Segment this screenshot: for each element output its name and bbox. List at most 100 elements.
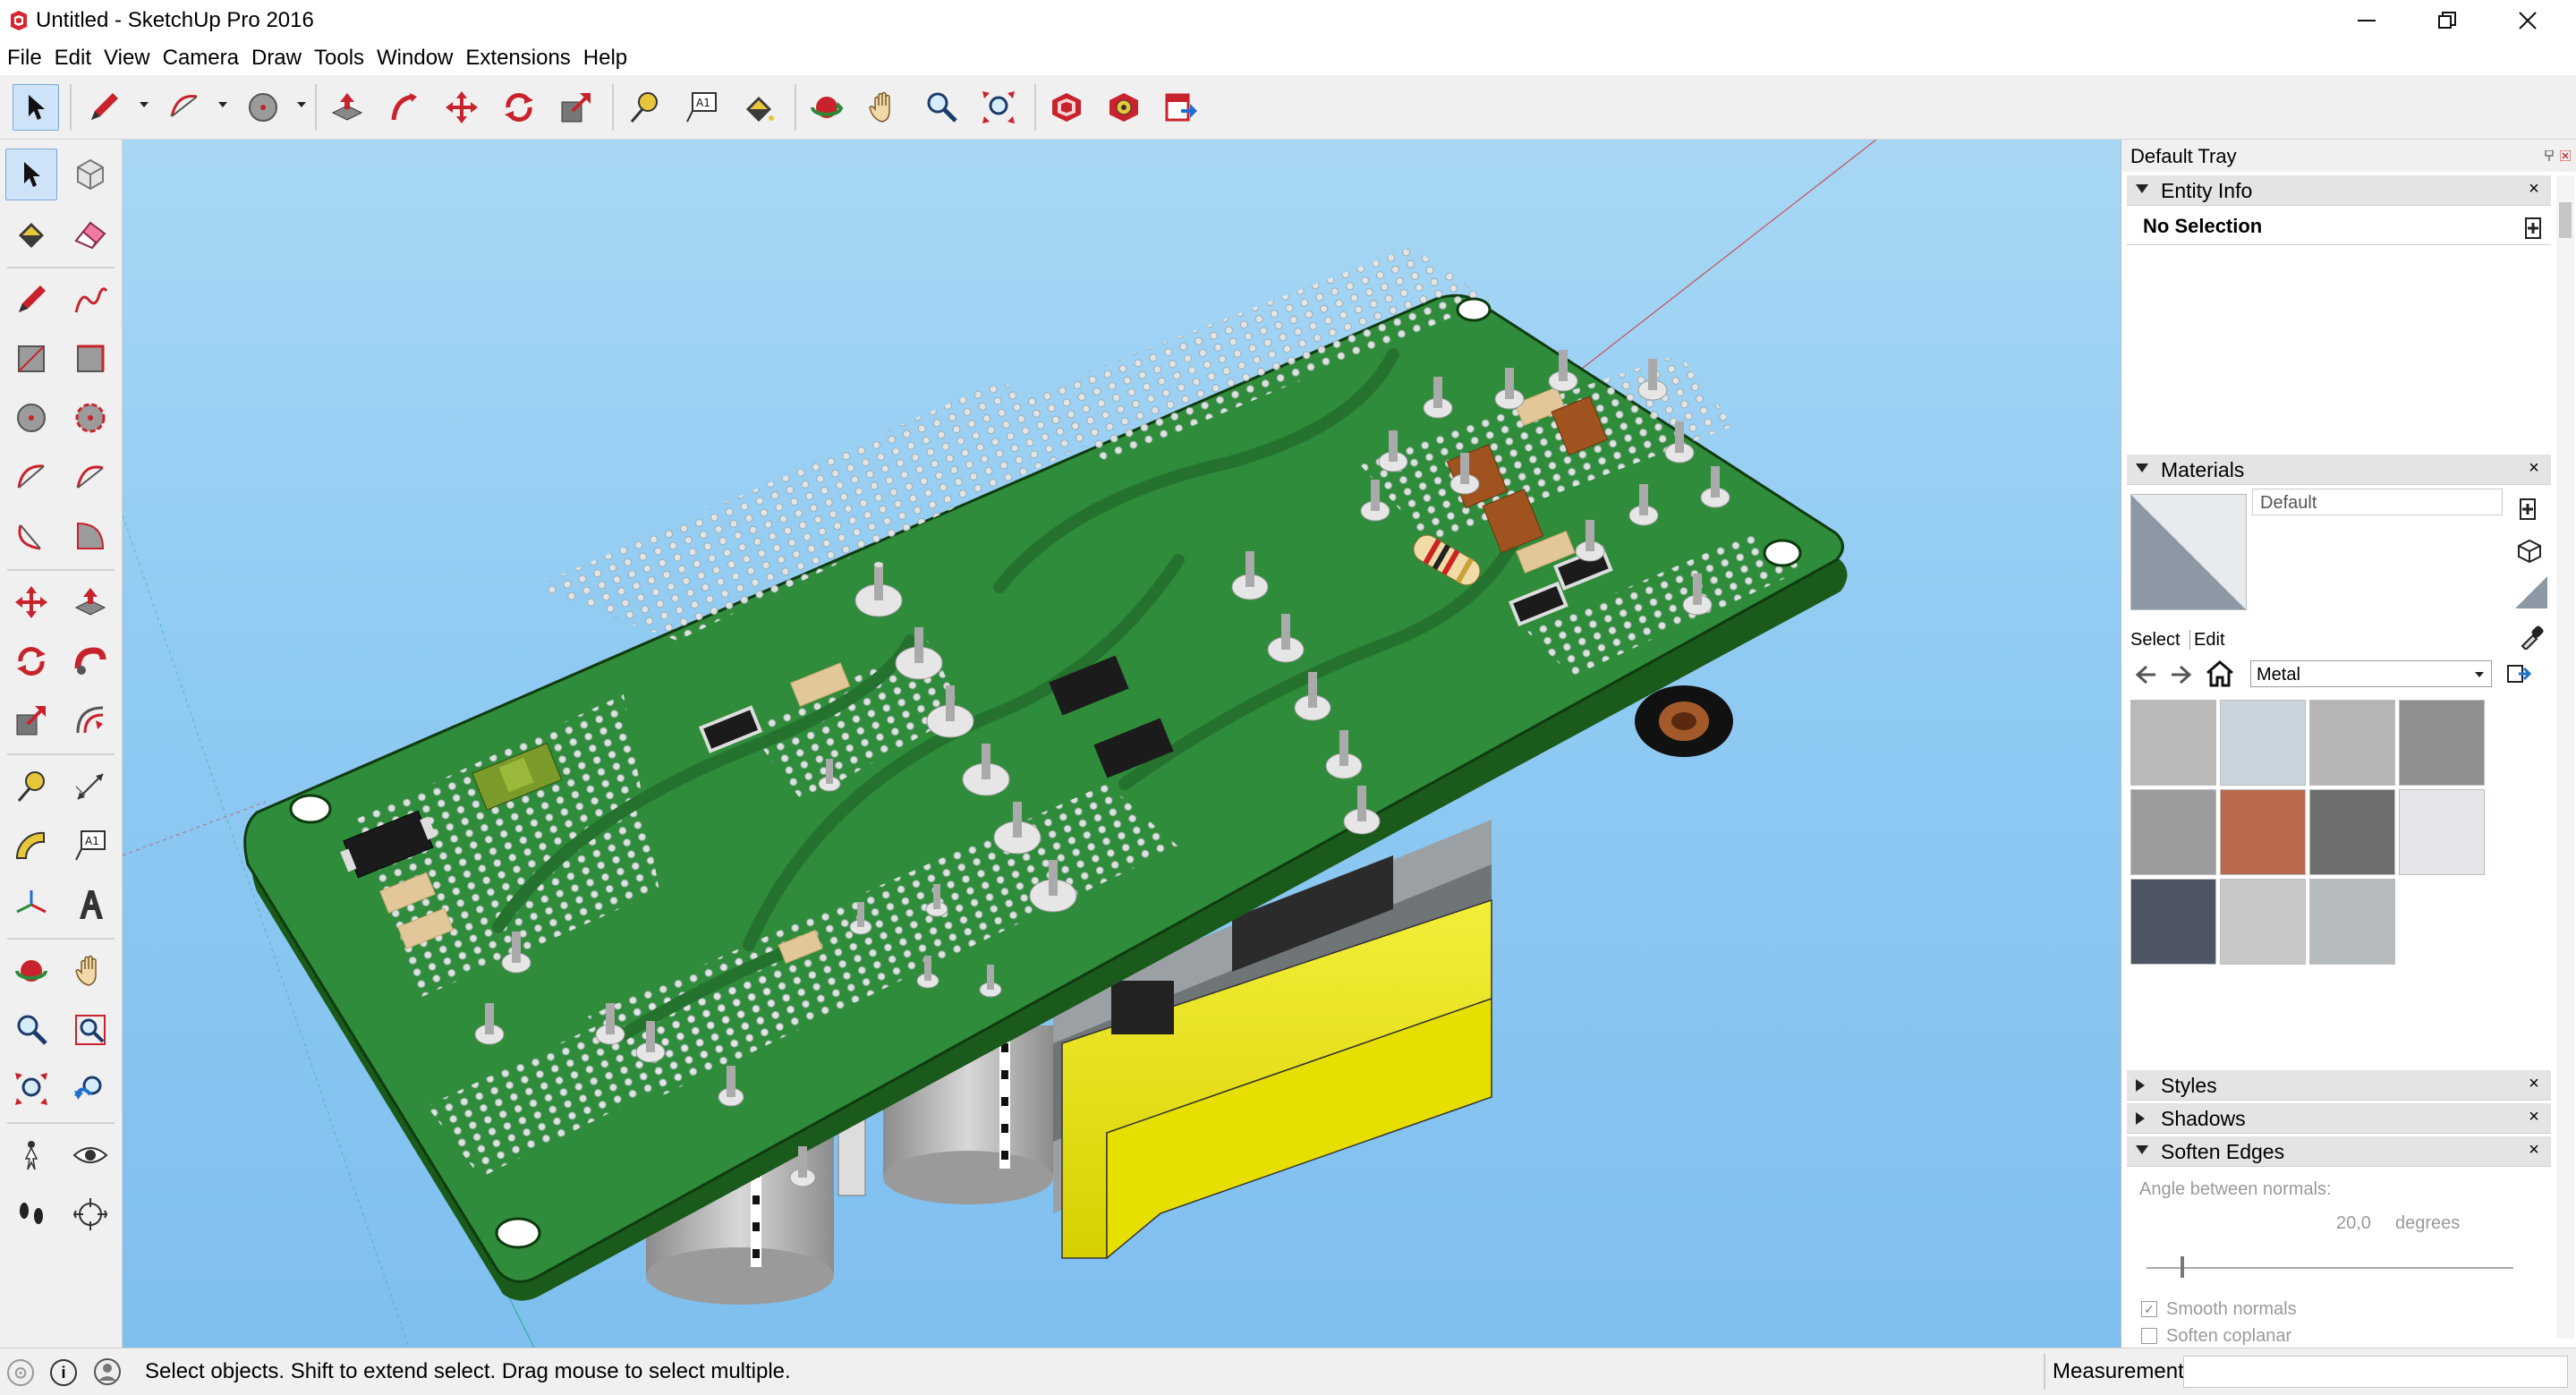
zoom-tool-button[interactable] (5, 1004, 57, 1056)
tape-measure-tool-button[interactable] (621, 84, 667, 131)
material-swatch[interactable] (2220, 789, 2306, 875)
tab-select[interactable]: Select (2130, 630, 2181, 650)
push-pull-tool-button[interactable] (324, 84, 370, 131)
minimize-button[interactable] (2326, 0, 2407, 41)
menu-camera[interactable]: Camera (161, 45, 244, 72)
eraser-tool-button[interactable] (64, 208, 116, 259)
pin-icon[interactable] (2544, 150, 2555, 161)
angle-slider-thumb[interactable] (2181, 1256, 2184, 1278)
text-tool-button[interactable]: A1 (64, 820, 116, 872)
close-icon[interactable]: × (2524, 1107, 2544, 1127)
tray-close-icon[interactable] (2560, 150, 2571, 161)
soften-coplanar-checkbox[interactable] (2141, 1328, 2157, 1344)
arc-tool-button[interactable] (161, 84, 208, 131)
3d-viewport[interactable] (123, 140, 2121, 1348)
menu-edit[interactable]: Edit (53, 45, 97, 72)
push-pull-tool-button[interactable] (64, 576, 116, 628)
paint-bucket-tool-button[interactable] (735, 84, 782, 131)
material-swatch[interactable] (2399, 789, 2485, 875)
material-swatch[interactable] (2309, 879, 2395, 965)
measurements-input[interactable] (2183, 1356, 2568, 1388)
user-icon[interactable] (93, 1357, 122, 1386)
close-icon[interactable]: × (2524, 1074, 2544, 1093)
info-icon[interactable]: i (50, 1359, 77, 1386)
paint-default-icon[interactable] (2515, 537, 2544, 566)
menu-extensions[interactable]: Extensions (463, 45, 575, 72)
menu-tools[interactable]: Tools (312, 45, 370, 72)
menu-help[interactable]: Help (582, 45, 633, 72)
rotate-tool-button[interactable] (496, 84, 542, 131)
zoom-extents-tool-button[interactable] (5, 1063, 57, 1115)
arc-tool-button[interactable] (5, 451, 57, 503)
close-button[interactable] (2487, 0, 2568, 41)
library-select[interactable]: Metal (2250, 660, 2492, 687)
line-tool-button[interactable] (81, 84, 127, 131)
tray-scrollbar[interactable] (2556, 175, 2574, 1339)
section-plane-button[interactable] (64, 1188, 116, 1240)
angle-slider-track[interactable] (2147, 1267, 2513, 1269)
close-icon[interactable]: × (2524, 1140, 2544, 1160)
rotate-tool-button[interactable] (5, 635, 57, 687)
home-icon[interactable] (2206, 660, 2234, 687)
material-name-field[interactable]: Default (2252, 489, 2503, 515)
styles-header[interactable]: Styles × (2127, 1070, 2551, 1101)
entity-info-header[interactable]: Entity Info × (2127, 175, 2551, 206)
scale-tool-button[interactable] (553, 84, 599, 131)
dimension-tool-button[interactable] (64, 761, 116, 812)
zoom-extents-tool-button[interactable] (975, 84, 1022, 131)
select-tool-button[interactable] (13, 84, 59, 131)
tape-measure-tool-button[interactable] (5, 761, 57, 812)
extension-warehouse-button[interactable] (1101, 84, 1147, 131)
chevron-down-icon[interactable] (140, 102, 149, 107)
material-swatch[interactable] (2130, 879, 2216, 965)
geo-location-icon[interactable]: ⊙ (7, 1359, 34, 1386)
previous-view-button[interactable] (64, 1063, 116, 1115)
3d-text-tool-button[interactable] (64, 879, 116, 931)
zoom-tool-button[interactable] (918, 84, 965, 131)
orbit-tool-button[interactable] (803, 84, 850, 131)
details-arrow-icon[interactable] (2506, 662, 2531, 685)
paint-bucket-tool-button[interactable] (5, 208, 57, 259)
create-material-icon[interactable] (2519, 498, 2537, 521)
position-camera-button[interactable] (5, 1129, 57, 1181)
walk-tool-button[interactable] (5, 1188, 57, 1240)
move-tool-button[interactable] (438, 84, 485, 131)
menu-view[interactable]: View (102, 45, 156, 72)
offset-tool-button[interactable] (64, 694, 116, 746)
axes-tool-button[interactable] (5, 879, 57, 931)
line-tool-button[interactable] (5, 274, 57, 326)
send-to-layout-button[interactable] (1158, 84, 1204, 131)
follow-me-tool-button[interactable] (381, 84, 428, 131)
follow-me-tool-button[interactable] (64, 635, 116, 687)
scale-tool-button[interactable] (5, 694, 57, 746)
two-point-arc-tool-button[interactable] (64, 451, 116, 503)
materials-header[interactable]: Materials × (2127, 455, 2551, 485)
menu-window[interactable]: Window (375, 45, 458, 72)
material-swatch[interactable] (2130, 789, 2216, 875)
eyedropper-icon[interactable] (2519, 625, 2544, 650)
material-swatch[interactable] (2399, 700, 2485, 786)
protractor-tool-button[interactable] (5, 820, 57, 872)
circle-tool-button[interactable] (240, 84, 286, 131)
move-tool-button[interactable] (5, 576, 57, 628)
pie-tool-button[interactable] (64, 510, 116, 562)
forward-arrow-icon[interactable] (2170, 664, 2193, 685)
soften-edges-header[interactable]: Soften Edges × (2127, 1136, 2551, 1167)
shadows-header[interactable]: Shadows × (2127, 1103, 2551, 1134)
toggle-details-icon[interactable] (2524, 217, 2542, 240)
material-swatch[interactable] (2220, 879, 2306, 965)
text-tool-button[interactable]: A1 (678, 84, 725, 131)
orbit-tool-button[interactable] (5, 945, 57, 997)
menu-file[interactable]: File (5, 45, 47, 72)
smooth-normals-checkbox[interactable]: ✓ (2141, 1301, 2157, 1317)
material-swatch[interactable] (2309, 789, 2395, 875)
rotated-rectangle-tool-button[interactable] (64, 333, 116, 385)
chevron-down-icon[interactable] (218, 102, 227, 107)
rectangle-tool-button[interactable] (5, 333, 57, 385)
restore-button[interactable] (2407, 0, 2487, 41)
freehand-tool-button[interactable] (64, 274, 116, 326)
back-arrow-icon[interactable] (2134, 664, 2157, 685)
make-component-button[interactable] (64, 149, 116, 200)
zoom-window-tool-button[interactable] (64, 1004, 116, 1056)
scrollbar-thumb[interactable] (2559, 202, 2572, 238)
